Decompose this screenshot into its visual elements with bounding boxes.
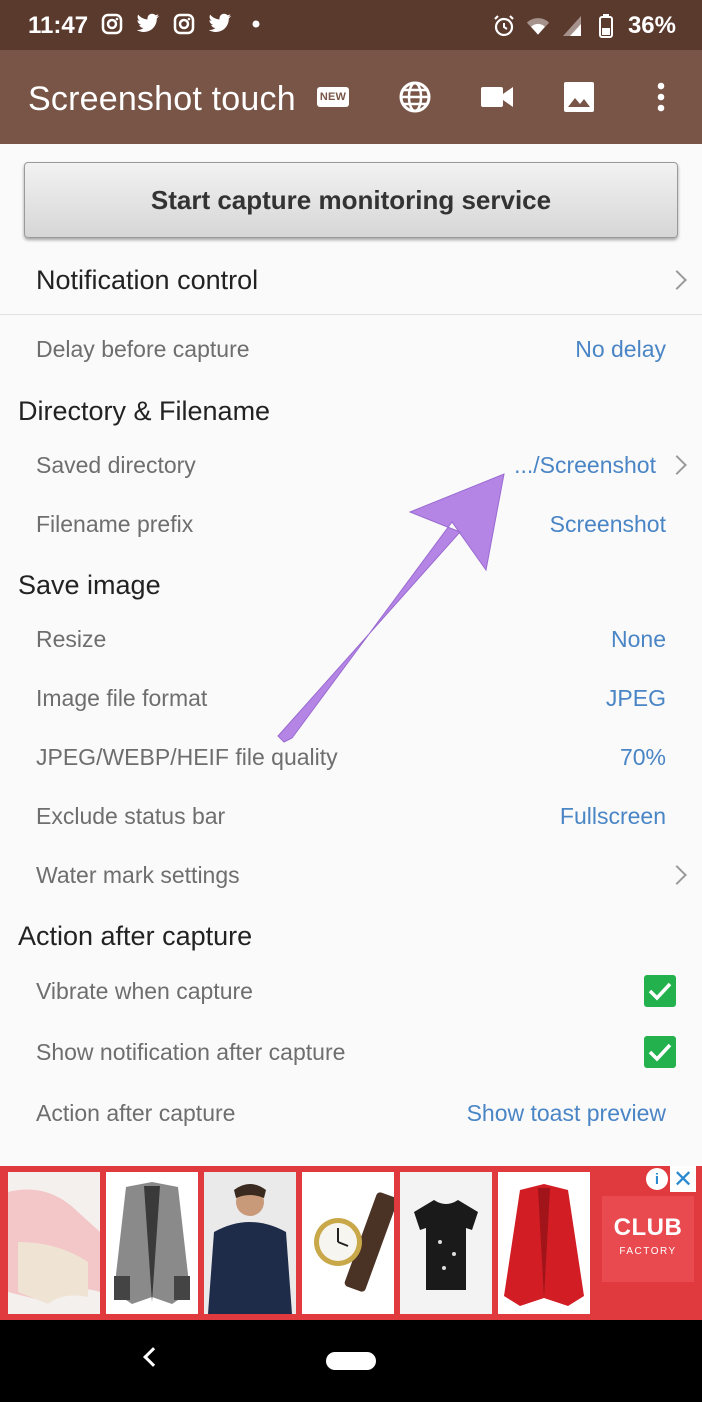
instagram-icon [172,12,196,36]
show-notification-label: Show notification after capture [36,1038,346,1065]
filename-prefix-row[interactable]: Filename prefix Screenshot [0,499,702,549]
action-after-capture-value: Show toast preview [466,1099,666,1126]
quality-row[interactable]: JPEG/WEBP/HEIF file quality 70% [0,732,702,782]
status-time: 11:47 [28,12,89,39]
filename-prefix-label: Filename prefix [36,510,194,537]
product-red-jacket[interactable] [498,1172,590,1314]
battery-percent: 36% [627,12,676,39]
filename-prefix-value: Screenshot [549,510,666,537]
show-notification-checkbox[interactable] [644,1036,676,1068]
quality-label: JPEG/WEBP/HEIF file quality [36,743,338,770]
section-save-image: Save image [18,570,161,600]
resize-label: Resize [36,625,107,652]
exclude-status-bar-row[interactable]: Exclude status bar Fullscreen [0,791,702,841]
app-bar-actions: NEW [314,78,680,116]
action-after-capture-row[interactable]: Action after capture Show toast preview [0,1088,702,1138]
notification-icons [100,12,268,36]
resize-value: None [611,625,666,652]
file-format-row[interactable]: Image file format JPEG [0,673,702,723]
back-icon[interactable] [143,1347,163,1367]
watermark-label: Water mark settings [36,861,240,888]
chevron-right-icon [667,270,687,290]
notification-control-label: Notification control [36,264,259,295]
vibrate-label: Vibrate when capture [36,977,253,1004]
ad-banner[interactable]: CLUB FACTORY i ✕ [0,1166,702,1320]
new-icon[interactable]: NEW [314,78,352,116]
divider [0,314,702,315]
signal-icon [560,14,584,38]
delay-value: No delay [575,335,666,362]
chevron-right-icon [667,865,687,885]
chevron-right-icon [667,455,687,475]
navigation-bar [0,1320,702,1402]
club-logo-line2: FACTORY [619,1246,677,1257]
home-pill-icon[interactable] [326,1352,376,1370]
dot-icon [244,12,268,36]
alarm-icon [492,14,516,38]
resize-row[interactable]: Resize None [0,614,702,664]
club-logo-line1: CLUB [613,1214,683,1241]
more-vert-icon[interactable] [642,78,680,116]
wifi-icon [526,14,550,38]
saved-directory-label: Saved directory [36,451,196,478]
product-shorts[interactable] [8,1172,100,1314]
product-cardigan[interactable] [106,1172,198,1314]
delay-label: Delay before capture [36,335,250,362]
system-status: 36% [492,12,676,40]
image-icon[interactable] [560,78,598,116]
twitter-icon [136,12,160,36]
action-after-capture-label: Action after capture [36,1099,236,1126]
vibrate-checkbox[interactable] [644,975,676,1007]
section-action-after: Action after capture [18,921,253,951]
app-title: Screenshot touch [28,80,296,118]
check-icon [648,982,672,1001]
delay-row[interactable]: Delay before capture No delay [0,324,702,374]
product-t-shirt[interactable] [400,1172,492,1314]
status-bar: 11:47 36% [0,0,702,50]
club-factory-logo[interactable]: CLUB FACTORY [602,1196,694,1282]
product-sweater[interactable] [204,1172,296,1314]
saved-directory-value: .../Screenshot [514,451,656,478]
twitter-icon [208,12,232,36]
file-format-value: JPEG [605,684,666,711]
ad-info-icon[interactable]: i [646,1168,668,1190]
new-badge: NEW [316,87,350,107]
section-directory: Directory & Filename [18,396,271,426]
video-icon[interactable] [478,78,516,116]
watermark-row[interactable]: Water mark settings [0,850,702,900]
saved-directory-row[interactable]: Saved directory .../Screenshot [0,440,702,490]
ad-close-icon[interactable]: ✕ [670,1166,696,1193]
exclude-status-bar-value: Fullscreen [559,802,666,829]
file-format-label: Image file format [36,684,208,711]
vibrate-row[interactable]: Vibrate when capture [0,965,702,1017]
globe-icon[interactable] [396,78,434,116]
notification-control-row[interactable]: Notification control [0,252,702,308]
check-icon [648,1043,672,1062]
battery-icon [594,14,618,38]
settings-list: Start capture monitoring service Notific… [0,144,702,1166]
show-notification-row[interactable]: Show notification after capture [0,1026,702,1078]
start-capture-button[interactable]: Start capture monitoring service [24,162,678,238]
instagram-icon [100,12,124,36]
exclude-status-bar-label: Exclude status bar [36,802,226,829]
product-watch[interactable] [302,1172,394,1314]
quality-value: 70% [619,743,666,770]
app-bar: Screenshot touch NEW [0,50,702,144]
